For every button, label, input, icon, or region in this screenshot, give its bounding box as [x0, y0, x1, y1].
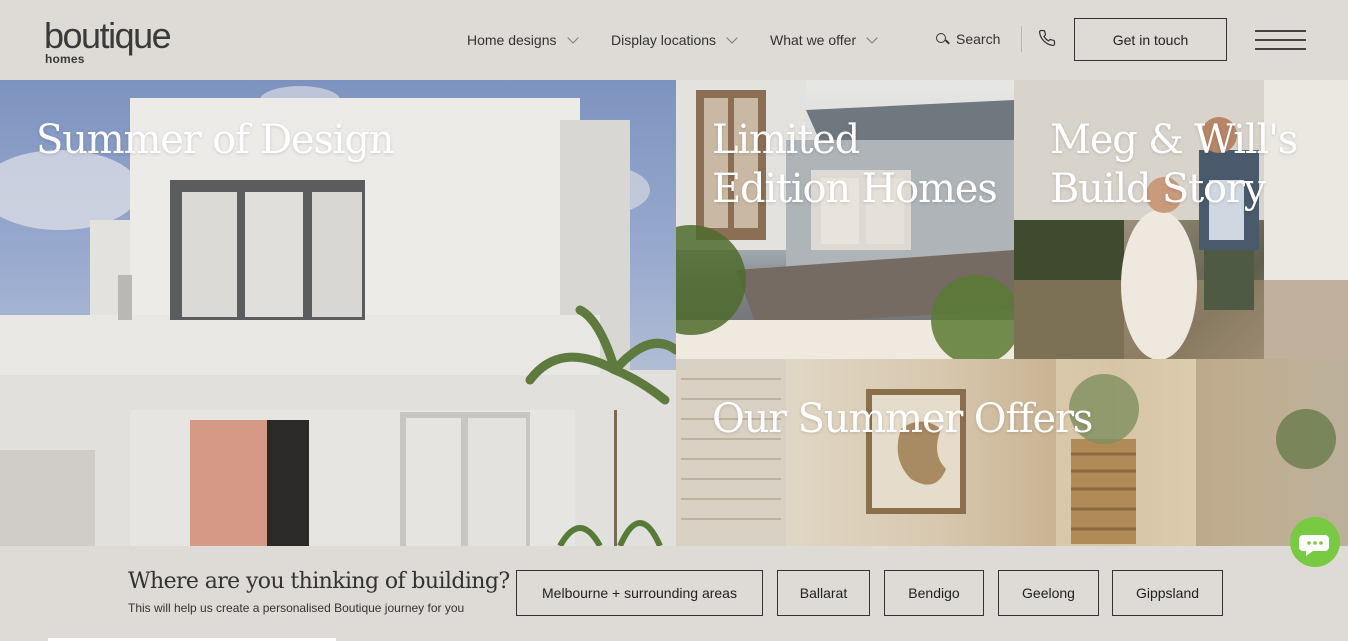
chevron-down-icon — [866, 32, 878, 44]
location-option-geelong[interactable]: Geelong — [998, 570, 1099, 616]
location-option-melbourne[interactable]: Melbourne + surrounding areas — [516, 570, 763, 616]
location-option-gippsland[interactable]: Gippsland — [1112, 570, 1223, 616]
location-selector-bar: Where are you thinking of building? This… — [0, 546, 1348, 641]
tile-title-line: Meg & Will's — [1050, 117, 1298, 163]
chat-icon[interactable] — [1290, 517, 1340, 567]
search-button[interactable]: Search — [936, 28, 1000, 50]
chevron-down-icon — [726, 32, 738, 44]
location-question: Where are you thinking of building? — [128, 569, 510, 594]
tile-our-summer-offers[interactable]: Our Summer Offers — [676, 359, 1348, 546]
tile-title: Meg & Will's Build Story — [1050, 116, 1298, 214]
search-label: Search — [956, 31, 1001, 47]
tile-summer-of-design[interactable]: Summer of Design — [0, 80, 676, 546]
tile-limited-edition-homes[interactable]: Limited Edition Homes — [676, 80, 1014, 359]
search-icon — [936, 32, 949, 46]
nav-display-locations[interactable]: Display locations — [611, 0, 738, 80]
nav-label: Home designs — [467, 32, 557, 48]
tile-title-line: Build Story — [1050, 166, 1266, 212]
nav-what-we-offer[interactable]: What we offer — [770, 0, 878, 80]
tile-title: Summer of Design — [36, 117, 395, 163]
tile-title: Our Summer Offers — [712, 396, 1093, 442]
site-header: boutique homes Home designs Display loca… — [0, 0, 1348, 80]
header-divider — [1021, 26, 1022, 52]
location-option-ballarat[interactable]: Ballarat — [777, 570, 870, 616]
get-in-touch-button[interactable]: Get in touch — [1074, 18, 1227, 61]
location-subtitle: This will help us create a personalised … — [128, 601, 465, 615]
tile-title: Limited Edition Homes — [712, 116, 998, 214]
tile-title-line: Limited — [712, 117, 860, 163]
chevron-down-icon — [566, 32, 579, 44]
nav-label: What we offer — [770, 32, 857, 48]
tile-title-line: Edition Homes — [712, 166, 998, 212]
location-option-bendigo[interactable]: Bendigo — [884, 570, 984, 616]
interior-photo — [676, 359, 1348, 546]
phone-icon[interactable] — [1038, 29, 1056, 47]
hamburger-menu-icon[interactable] — [1255, 30, 1306, 50]
tile-meg-and-wills-build-story[interactable]: Meg & Will's Build Story — [1014, 80, 1348, 359]
logo-wordmark: boutique — [44, 15, 172, 56]
logo-subtext: homes — [45, 52, 85, 66]
nav-label: Display locations — [611, 32, 717, 48]
boutique-homes-logo[interactable]: boutique homes — [44, 16, 194, 68]
nav-home-designs[interactable]: Home designs — [467, 0, 579, 80]
